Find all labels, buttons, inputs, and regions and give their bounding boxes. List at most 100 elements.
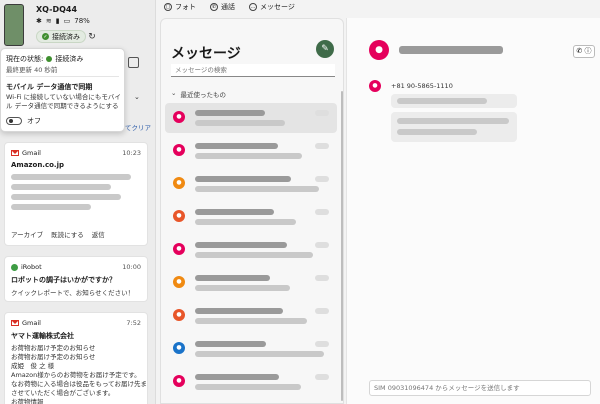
notification-body: クイックレポートで、お知らせください！ xyxy=(11,289,135,297)
call-button[interactable]: ✆ ⓘ xyxy=(573,45,595,58)
bluetooth-icon: ✱ xyxy=(36,17,42,25)
tab-photos[interactable]: ▢ フォト xyxy=(164,2,196,12)
redacted-contact-name xyxy=(195,308,283,314)
conversation-item[interactable]: ● xyxy=(165,301,337,331)
compose-message-button[interactable]: ✎ xyxy=(316,40,334,58)
connection-status-pill[interactable]: ✓ 接続済み xyxy=(36,30,86,43)
redacted-message-preview xyxy=(195,285,290,291)
tab-photos-label: フォト xyxy=(175,3,196,11)
redacted-timestamp xyxy=(315,242,329,248)
message-bubble[interactable] xyxy=(391,112,517,142)
redacted-contact-name xyxy=(195,143,278,149)
search-input[interactable] xyxy=(171,64,335,77)
conversation-item[interactable]: ● xyxy=(165,268,337,298)
phone-icon: ✆ xyxy=(210,3,218,11)
notification-time: 10:00 xyxy=(122,263,141,271)
redacted-contact-name xyxy=(195,341,266,347)
notification-card[interactable]: Gmail 10:23 Amazon.co.jp アーカイブ 既読にする 返信 xyxy=(4,142,148,246)
contact-avatar-icon: ● xyxy=(173,210,185,222)
chat-icon: … xyxy=(249,3,257,11)
tab-calls-label: 通話 xyxy=(221,3,235,11)
sync-title: モバイル データ通信で同期 xyxy=(6,83,93,91)
notification-card[interactable]: iRobot 10:00 ロボットの調子はいかがですか？ クイックレポートで、お… xyxy=(4,256,148,302)
redacted-message-preview xyxy=(195,351,324,357)
redacted-timestamp xyxy=(315,209,329,215)
chevron-down-icon[interactable]: ⌄ xyxy=(134,93,140,101)
gmail-icon xyxy=(11,150,19,156)
message-bubble[interactable] xyxy=(391,94,517,108)
conversation-item[interactable]: ● xyxy=(165,202,337,232)
clear-all-link[interactable]: てクリア xyxy=(125,122,151,132)
redacted-message-preview xyxy=(195,120,285,126)
sender-avatar: ● xyxy=(369,80,381,92)
recent-section-header[interactable]: ⌄ 最近使ったもの xyxy=(171,89,226,99)
notification-card[interactable]: Gmail 7:52 ヤマト運輸株式会社 お荷物お届け予定のお知らせ お荷物お届… xyxy=(4,312,148,404)
conversation-item[interactable]: ● xyxy=(165,103,337,133)
sync-description: Wi-Fi に接続していない場合にもモバイル データ通信で同期できるようにする xyxy=(6,93,121,110)
redacted-timestamp xyxy=(315,143,329,149)
redacted-timestamp xyxy=(315,374,329,380)
redacted-timestamp xyxy=(315,308,329,314)
page-title: メッセージ xyxy=(171,46,241,62)
conversation-item[interactable]: ● xyxy=(165,334,337,364)
redacted-text xyxy=(11,173,131,181)
notification-title: ヤマト運輸株式会社 xyxy=(11,332,74,340)
message-compose-input[interactable] xyxy=(369,380,591,396)
connected-dot-icon xyxy=(46,56,53,62)
redacted-text xyxy=(11,203,91,211)
device-status-icons: ✱ ≋ ▮ ▭ 78% xyxy=(36,17,90,25)
redacted-contact-name xyxy=(195,374,279,380)
conversation-item[interactable]: ● xyxy=(165,169,337,199)
contact-avatar: ● xyxy=(369,40,389,60)
battery-level: 78% xyxy=(74,17,90,25)
notification-time: 10:23 xyxy=(122,149,141,157)
notification-app: Gmail xyxy=(22,149,41,157)
check-icon: ✓ xyxy=(42,33,49,40)
archive-button[interactable]: アーカイブ xyxy=(11,229,43,239)
tab-messages-label: メッセージ xyxy=(260,3,295,11)
conversation-item[interactable]: ● xyxy=(165,136,337,166)
redacted-message-preview xyxy=(195,384,301,390)
battery-icon: ▭ xyxy=(63,17,71,25)
redacted-contact-name xyxy=(195,209,274,215)
notification-app: iRobot xyxy=(21,263,42,271)
reply-button[interactable]: 返信 xyxy=(92,229,105,239)
mark-read-button[interactable]: 既読にする xyxy=(51,229,84,239)
redacted-timestamp xyxy=(315,176,329,182)
messages-panel: メッセージ ✎ ⌄ 最近使ったもの ● ● ● ● ● ● ● ● ● xyxy=(160,18,344,404)
mobile-data-sync-toggle[interactable] xyxy=(6,117,22,125)
tablet-icon[interactable] xyxy=(128,57,139,68)
refresh-icon[interactable]: ↻ xyxy=(86,31,98,43)
tab-messages[interactable]: … メッセージ xyxy=(249,2,295,12)
notification-title: ロボットの調子はいかがですか？ xyxy=(11,276,116,284)
signal-icon: ▮ xyxy=(55,17,60,25)
notification-title: Amazon.co.jp xyxy=(11,161,64,169)
phone-thumbnail[interactable] xyxy=(4,4,24,46)
redacted-message-preview xyxy=(195,252,313,258)
redacted-contact-name xyxy=(195,275,270,281)
tab-calls[interactable]: ✆ 通話 xyxy=(210,2,235,12)
top-navigation: ▢ フォト ✆ 通話 … メッセージ xyxy=(156,0,600,14)
recent-section-label: 最近使ったもの xyxy=(180,91,226,99)
status-value: 接続済み xyxy=(55,55,84,63)
conversation-item[interactable]: ● xyxy=(165,235,337,265)
contact-avatar-icon: ● xyxy=(173,177,185,189)
chevron-down-icon: ⌄ xyxy=(171,89,177,97)
contact-avatar-icon: ● xyxy=(173,375,185,387)
contact-avatar-icon: ● xyxy=(173,342,185,354)
redacted-timestamp xyxy=(315,341,329,347)
gmail-icon xyxy=(11,320,19,326)
redacted-contact-name xyxy=(195,110,265,116)
connection-status-label: 接続済み xyxy=(52,32,80,41)
redacted-message-preview xyxy=(195,153,302,159)
redacted-text xyxy=(11,183,111,191)
contact-avatar-icon: ● xyxy=(173,144,185,156)
conversation-item[interactable]: ● xyxy=(165,367,337,397)
contact-avatar-icon: ● xyxy=(173,243,185,255)
conversation-panel: ● ✆ ⓘ ● +81 90-5865-1110 xyxy=(346,18,600,404)
notification-time: 7:52 xyxy=(126,319,141,327)
irobot-icon xyxy=(11,263,18,271)
last-update-text: 最終更新 40 秒前 xyxy=(6,66,58,74)
redacted-contact-name xyxy=(195,176,291,182)
scrollbar[interactable] xyxy=(341,91,343,401)
